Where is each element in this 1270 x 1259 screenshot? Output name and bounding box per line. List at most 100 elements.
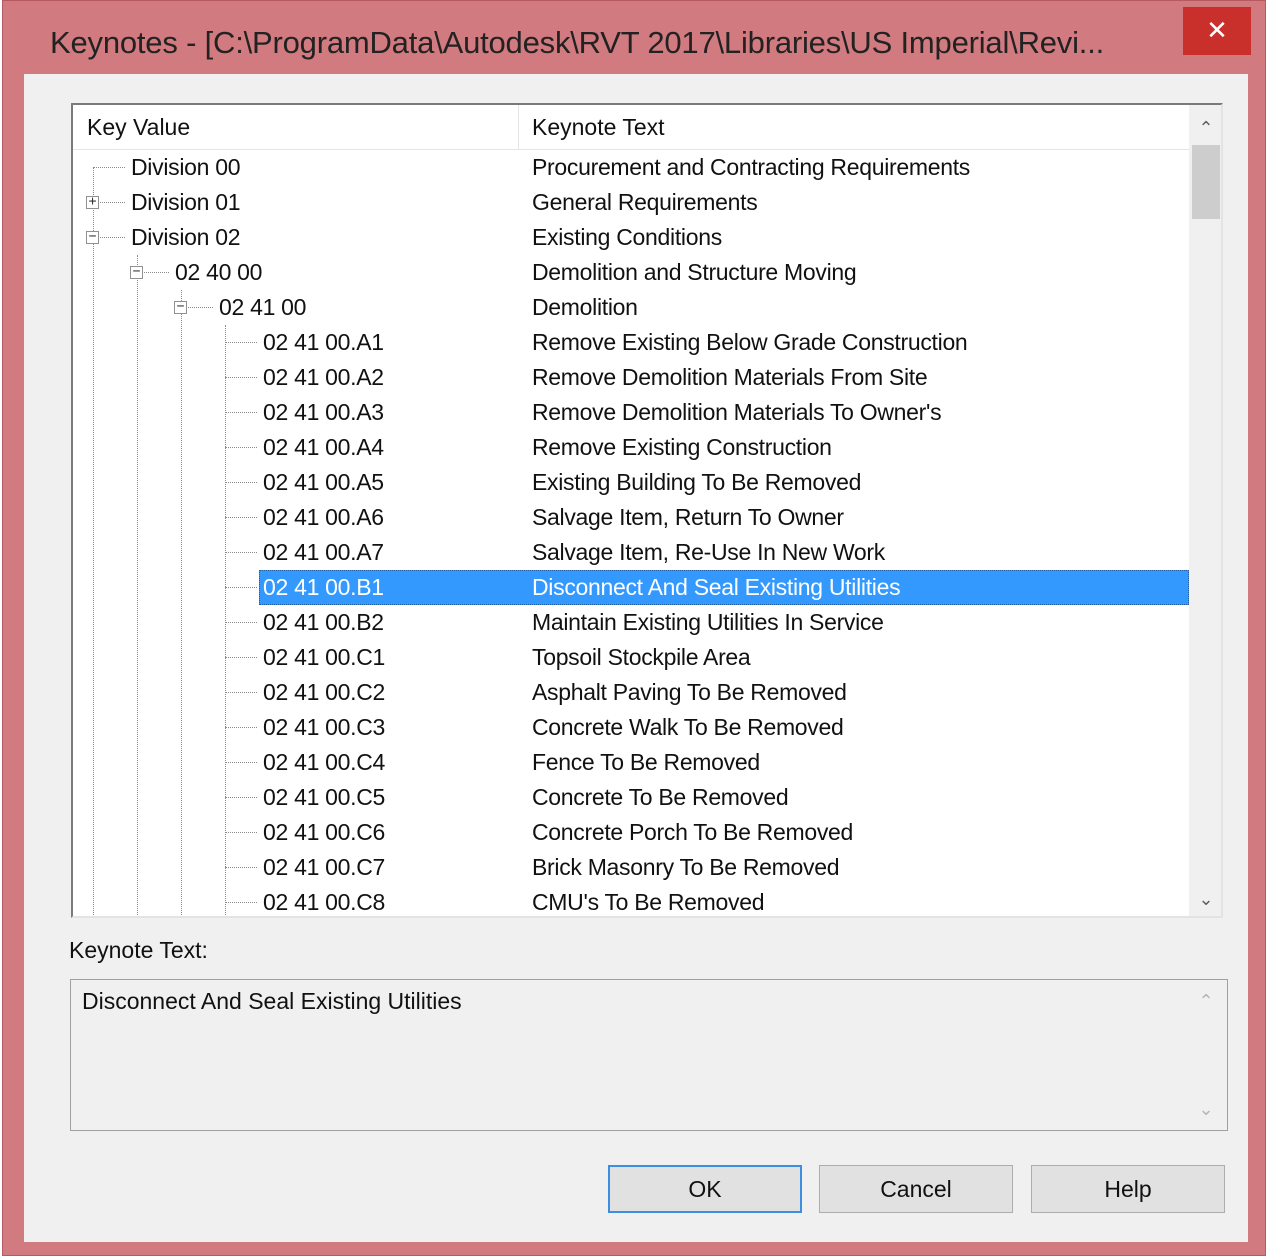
expand-icon[interactable]: +: [86, 195, 99, 209]
tree-row[interactable]: 02 41 00.C4 Fence To Be Removed: [73, 745, 1189, 780]
tree-row[interactable]: 02 41 00.C3 Concrete Walk To Be Removed: [73, 710, 1189, 745]
scroll-down-icon[interactable]: ⌄: [1189, 882, 1221, 916]
row-keynote-text: Remove Existing Below Grade Construction: [532, 329, 968, 355]
tree-row[interactable]: 02 41 00.A3 Remove Demolition Materials T…: [73, 395, 1189, 430]
tree-connector: [225, 482, 257, 483]
tree-connector: [225, 867, 257, 868]
row-keynote-text: Fence To Be Removed: [532, 749, 760, 775]
column-divider[interactable]: [518, 105, 519, 149]
tree-row[interactable]: 02 41 00.A4 Remove Existing Construction: [73, 430, 1189, 465]
row-key-value: 02 41 00.B2: [263, 609, 384, 635]
dialog-client-area: Key Value Keynote Text Division 00 Procur…: [24, 74, 1248, 1242]
row-keynote-text: Remove Demolition Materials From Site: [532, 364, 928, 390]
tree-row[interactable]: 02 41 00.A6 Salvage Item, Return To Owner: [73, 500, 1189, 535]
row-keynote-text: Asphalt Paving To Be Removed: [532, 679, 847, 705]
row-key-value: 02 41 00: [219, 294, 307, 320]
tree-row[interactable]: 02 41 00.B1 Disconnect And Seal Existing …: [73, 570, 1189, 605]
tree-connector: [225, 412, 257, 413]
tree-connector: [225, 587, 257, 588]
tree-connector: [225, 832, 257, 833]
row-key-value: 02 41 00.A1: [263, 329, 384, 355]
tree-row[interactable]: 02 41 00.C7 Brick Masonry To Be Removed: [73, 850, 1189, 885]
collapse-icon[interactable]: −: [86, 230, 99, 244]
tree-connector: [225, 762, 257, 763]
tree-row[interactable]: Division 00 Procurement and Contracting R…: [73, 150, 1189, 185]
keynotes-dialog: Keynotes - [C:\ProgramData\Autodesk\RVT …: [2, 0, 1266, 1256]
memo-scroll-up-icon: ⌃: [1198, 990, 1214, 1012]
tree-connector: [225, 342, 257, 343]
keynote-text-value: Disconnect And Seal Existing Utilities: [82, 988, 462, 1014]
tree-row[interactable]: 02 41 00.A7 Salvage Item, Re-Use In New W…: [73, 535, 1189, 570]
tree-row[interactable]: 02 41 00.C1 Topsoil Stockpile Area: [73, 640, 1189, 675]
row-key-value: 02 41 00.A7: [263, 539, 384, 565]
row-keynote-text: Salvage Item, Re-Use In New Work: [532, 539, 885, 565]
row-key-value: 02 41 00.C7: [263, 854, 386, 880]
tree-row[interactable]: 02 41 00.C5 Concrete To Be Removed: [73, 780, 1189, 815]
tree-row[interactable]: 02 41 00.C8 CMU's To Be Removed: [73, 885, 1189, 916]
column-header-key-value[interactable]: Key Value: [87, 105, 190, 149]
scroll-thumb[interactable]: [1192, 145, 1220, 219]
tree-connector: [225, 517, 257, 518]
tree-connector: [225, 622, 257, 623]
tree-row[interactable]: 02 41 00.A5 Existing Building To Be Remov…: [73, 465, 1189, 500]
row-key-value: 02 41 00.A6: [263, 504, 384, 530]
tree-connector: [225, 727, 257, 728]
row-keynote-text: Maintain Existing Utilities In Service: [532, 609, 884, 635]
keynote-text-box[interactable]: Disconnect And Seal Existing Utilities ⌃…: [70, 979, 1228, 1131]
row-keynote-text: General Requirements: [532, 189, 758, 215]
row-key-value: 02 40 00: [175, 259, 263, 285]
row-keynote-text: Concrete Walk To Be Removed: [532, 714, 844, 740]
tree-row[interactable]: 02 41 00.A1 Remove Existing Below Grade C…: [73, 325, 1189, 360]
row-key-value: 02 41 00.C8: [263, 889, 386, 915]
row-keynote-text: Brick Masonry To Be Removed: [532, 854, 840, 880]
column-header-keynote-text[interactable]: Keynote Text: [532, 105, 665, 149]
window-title: Keynotes - [C:\ProgramData\Autodesk\RVT …: [50, 25, 1105, 60]
tree-row[interactable]: 02 41 00.C2 Asphalt Paving To Be Removed: [73, 675, 1189, 710]
row-key-value: 02 41 00.B1: [263, 574, 384, 600]
row-keynote-text: Existing Conditions: [532, 224, 722, 250]
close-icon[interactable]: ✕: [1183, 7, 1251, 55]
row-keynote-text: Procurement and Contracting Requirements: [532, 154, 971, 180]
tree-row[interactable]: − 02 40 00 Demolition and Structure Moving: [73, 255, 1189, 290]
tree-vertical-scrollbar[interactable]: ⌃ ⌄: [1189, 105, 1221, 916]
row-keynote-text: Concrete To Be Removed: [532, 784, 789, 810]
row-keynote-text: Disconnect And Seal Existing Utilities: [532, 574, 901, 600]
row-keynote-text: CMU's To Be Removed: [532, 889, 765, 915]
tree-row[interactable]: 02 41 00.B2 Maintain Existing Utilities I…: [73, 605, 1189, 640]
row-keynote-text: Demolition: [532, 294, 638, 320]
row-key-value: Division 01: [131, 189, 241, 215]
tree-row[interactable]: 02 41 00.C6 Concrete Porch To Be Removed: [73, 815, 1189, 850]
collapse-icon[interactable]: −: [174, 300, 187, 314]
tree-row[interactable]: 02 41 00.A2 Remove Demolition Materials F…: [73, 360, 1189, 395]
row-keynote-text: Existing Building To Be Removed: [532, 469, 862, 495]
row-key-value: Division 00: [131, 154, 241, 180]
cancel-button[interactable]: Cancel: [819, 1165, 1013, 1213]
row-key-value: 02 41 00.C3: [263, 714, 386, 740]
tree-connector: [225, 902, 257, 903]
tree-connector: [225, 692, 257, 693]
collapse-icon[interactable]: −: [130, 265, 143, 279]
tree-header: Key Value Keynote Text: [73, 105, 1189, 150]
memo-scroll-down-icon: ⌄: [1198, 1098, 1214, 1120]
row-keynote-text: Demolition and Structure Moving: [532, 259, 857, 285]
row-key-value: 02 41 00.C6: [263, 819, 386, 845]
ok-button[interactable]: OK: [608, 1165, 802, 1213]
tree-connector: [93, 167, 125, 168]
scroll-up-icon[interactable]: ⌃: [1189, 111, 1221, 145]
tree-connector: [225, 797, 257, 798]
tree-row[interactable]: − 02 41 00 Demolition: [73, 290, 1189, 325]
row-keynote-text: Remove Demolition Materials To Owner's: [532, 399, 942, 425]
row-keynote-text: Remove Existing Construction: [532, 434, 832, 460]
tree-row[interactable]: + Division 01 General Requirements: [73, 185, 1189, 220]
tree-connector: [225, 657, 257, 658]
row-key-value: 02 41 00.C1: [263, 644, 386, 670]
tree-connector: [225, 447, 257, 448]
row-key-value: 02 41 00.A2: [263, 364, 384, 390]
row-keynote-text: Salvage Item, Return To Owner: [532, 504, 844, 530]
help-button[interactable]: Help: [1031, 1165, 1225, 1213]
tree-row[interactable]: − Division 02 Existing Conditions: [73, 220, 1189, 255]
keynote-tree[interactable]: Key Value Keynote Text Division 00 Procur…: [71, 103, 1223, 918]
row-key-value: 02 41 00.A3: [263, 399, 384, 425]
row-key-value: 02 41 00.C4: [263, 749, 386, 775]
row-keynote-text: Topsoil Stockpile Area: [532, 644, 751, 670]
